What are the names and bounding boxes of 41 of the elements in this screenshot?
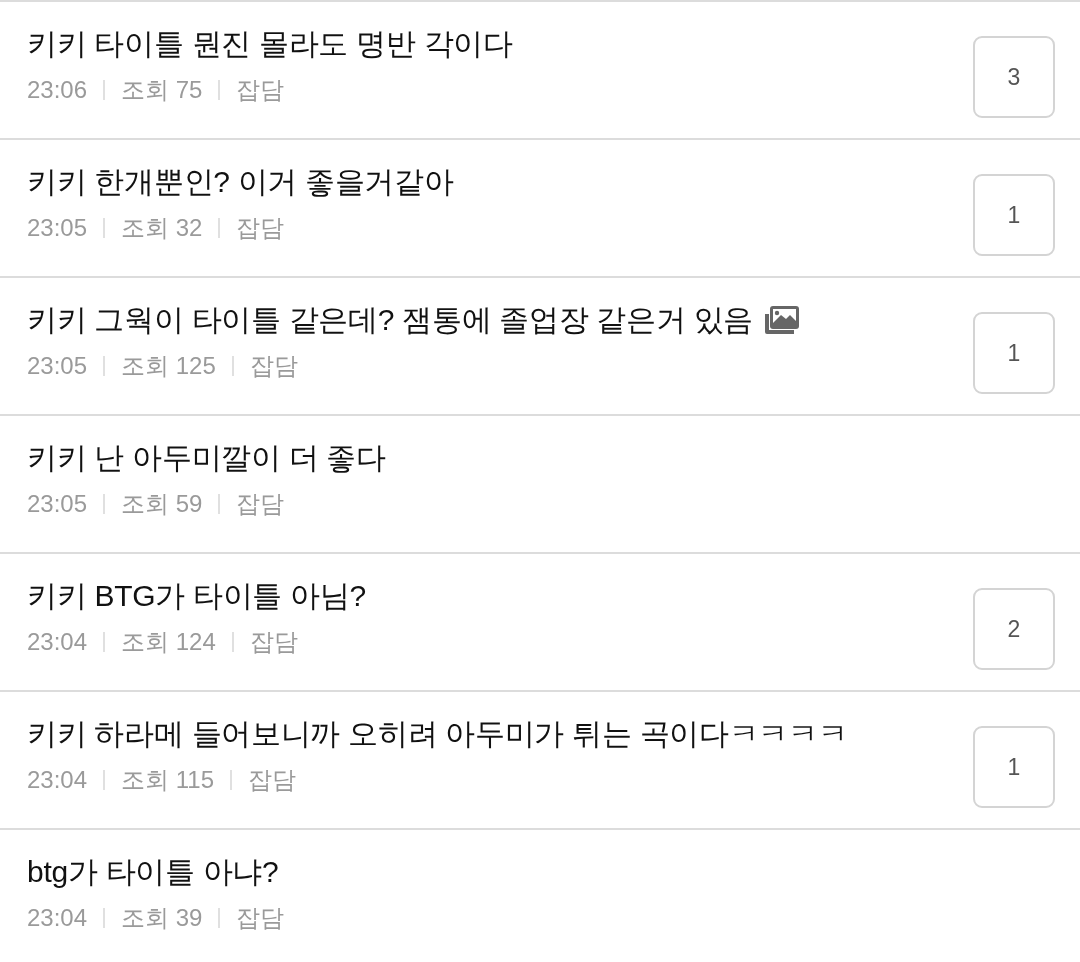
post-row[interactable]: btg가 타이틀 아냐? 23:04 조회 39 잡담	[0, 828, 1080, 962]
post-category: 잡담	[236, 75, 285, 105]
post-row[interactable]: 키키 한개뿐인? 이거 좋을거같아 23:05 조회 32 잡담 1	[0, 138, 1080, 276]
comment-count[interactable]: 3	[973, 36, 1055, 118]
post-row[interactable]: 키키 타이틀 뭔진 몰라도 명반 각이다 23:06 조회 75 잡담 3	[0, 0, 1080, 138]
post-title[interactable]: 키키 하라메 들어보니까 오히려 아두미가 튀는 곡이다ㅋㅋㅋㅋ	[27, 712, 848, 756]
post-category: 잡담	[236, 213, 285, 243]
view-count: 조회 39	[121, 903, 203, 933]
comment-count[interactable]: 1	[973, 174, 1055, 256]
post-title[interactable]: 키키 타이틀 뭔진 몰라도 명반 각이다	[27, 22, 513, 66]
post-time: 23:06	[27, 75, 88, 105]
post-row[interactable]: 키키 하라메 들어보니까 오히려 아두미가 튀는 곡이다ㅋㅋㅋㅋ 23:04 조회 115 잡담 1	[0, 690, 1080, 828]
post-title[interactable]: btg가 타이틀 아냐?	[27, 850, 279, 894]
view-count: 조회 32	[121, 213, 203, 243]
post-category: 잡담	[249, 351, 298, 381]
post-row[interactable]: 키키 BTG가 타이틀 아님? 23:04 조회 124 잡담 2	[0, 552, 1080, 690]
post-time: 23:05	[27, 351, 88, 381]
post-row[interactable]: 키키 난 아두미깔이 더 좋다 23:05 조회 59 잡담	[0, 414, 1080, 552]
post-title[interactable]: 키키 난 아두미깔이 더 좋다	[27, 436, 386, 480]
view-count: 조회 124	[121, 627, 216, 657]
post-row[interactable]: 키키 그웍이 타이틀 같은데? 잼통에 졸업장 같은거 있음 23:05 조회 125 잡담 1	[0, 276, 1080, 414]
post-time: 23:05	[27, 213, 88, 243]
post-title[interactable]: 키키 그웍이 타이틀 같은데? 잼통에 졸업장 같은거 있음	[27, 298, 754, 342]
post-time: 23:04	[27, 765, 88, 795]
post-time: 23:04	[27, 903, 88, 933]
comment-count[interactable]: 1	[973, 312, 1055, 394]
comment-count[interactable]: 1	[973, 726, 1055, 808]
post-title[interactable]: 키키 BTG가 타이틀 아님?	[27, 574, 366, 618]
view-count: 조회 115	[121, 765, 214, 795]
post-title[interactable]: 키키 한개뿐인? 이거 좋을거같아	[27, 160, 454, 204]
comment-count[interactable]: 2	[973, 588, 1055, 670]
view-count: 조회 59	[121, 489, 203, 519]
post-time: 23:05	[27, 489, 88, 519]
image-icon	[763, 306, 800, 334]
post-category: 잡담	[248, 765, 296, 795]
post-category: 잡담	[249, 627, 298, 657]
view-count: 조회 75	[121, 75, 203, 105]
post-category: 잡담	[236, 903, 285, 933]
view-count: 조회 125	[121, 351, 216, 381]
post-time: 23:04	[27, 627, 88, 657]
post-category: 잡담	[236, 489, 285, 519]
